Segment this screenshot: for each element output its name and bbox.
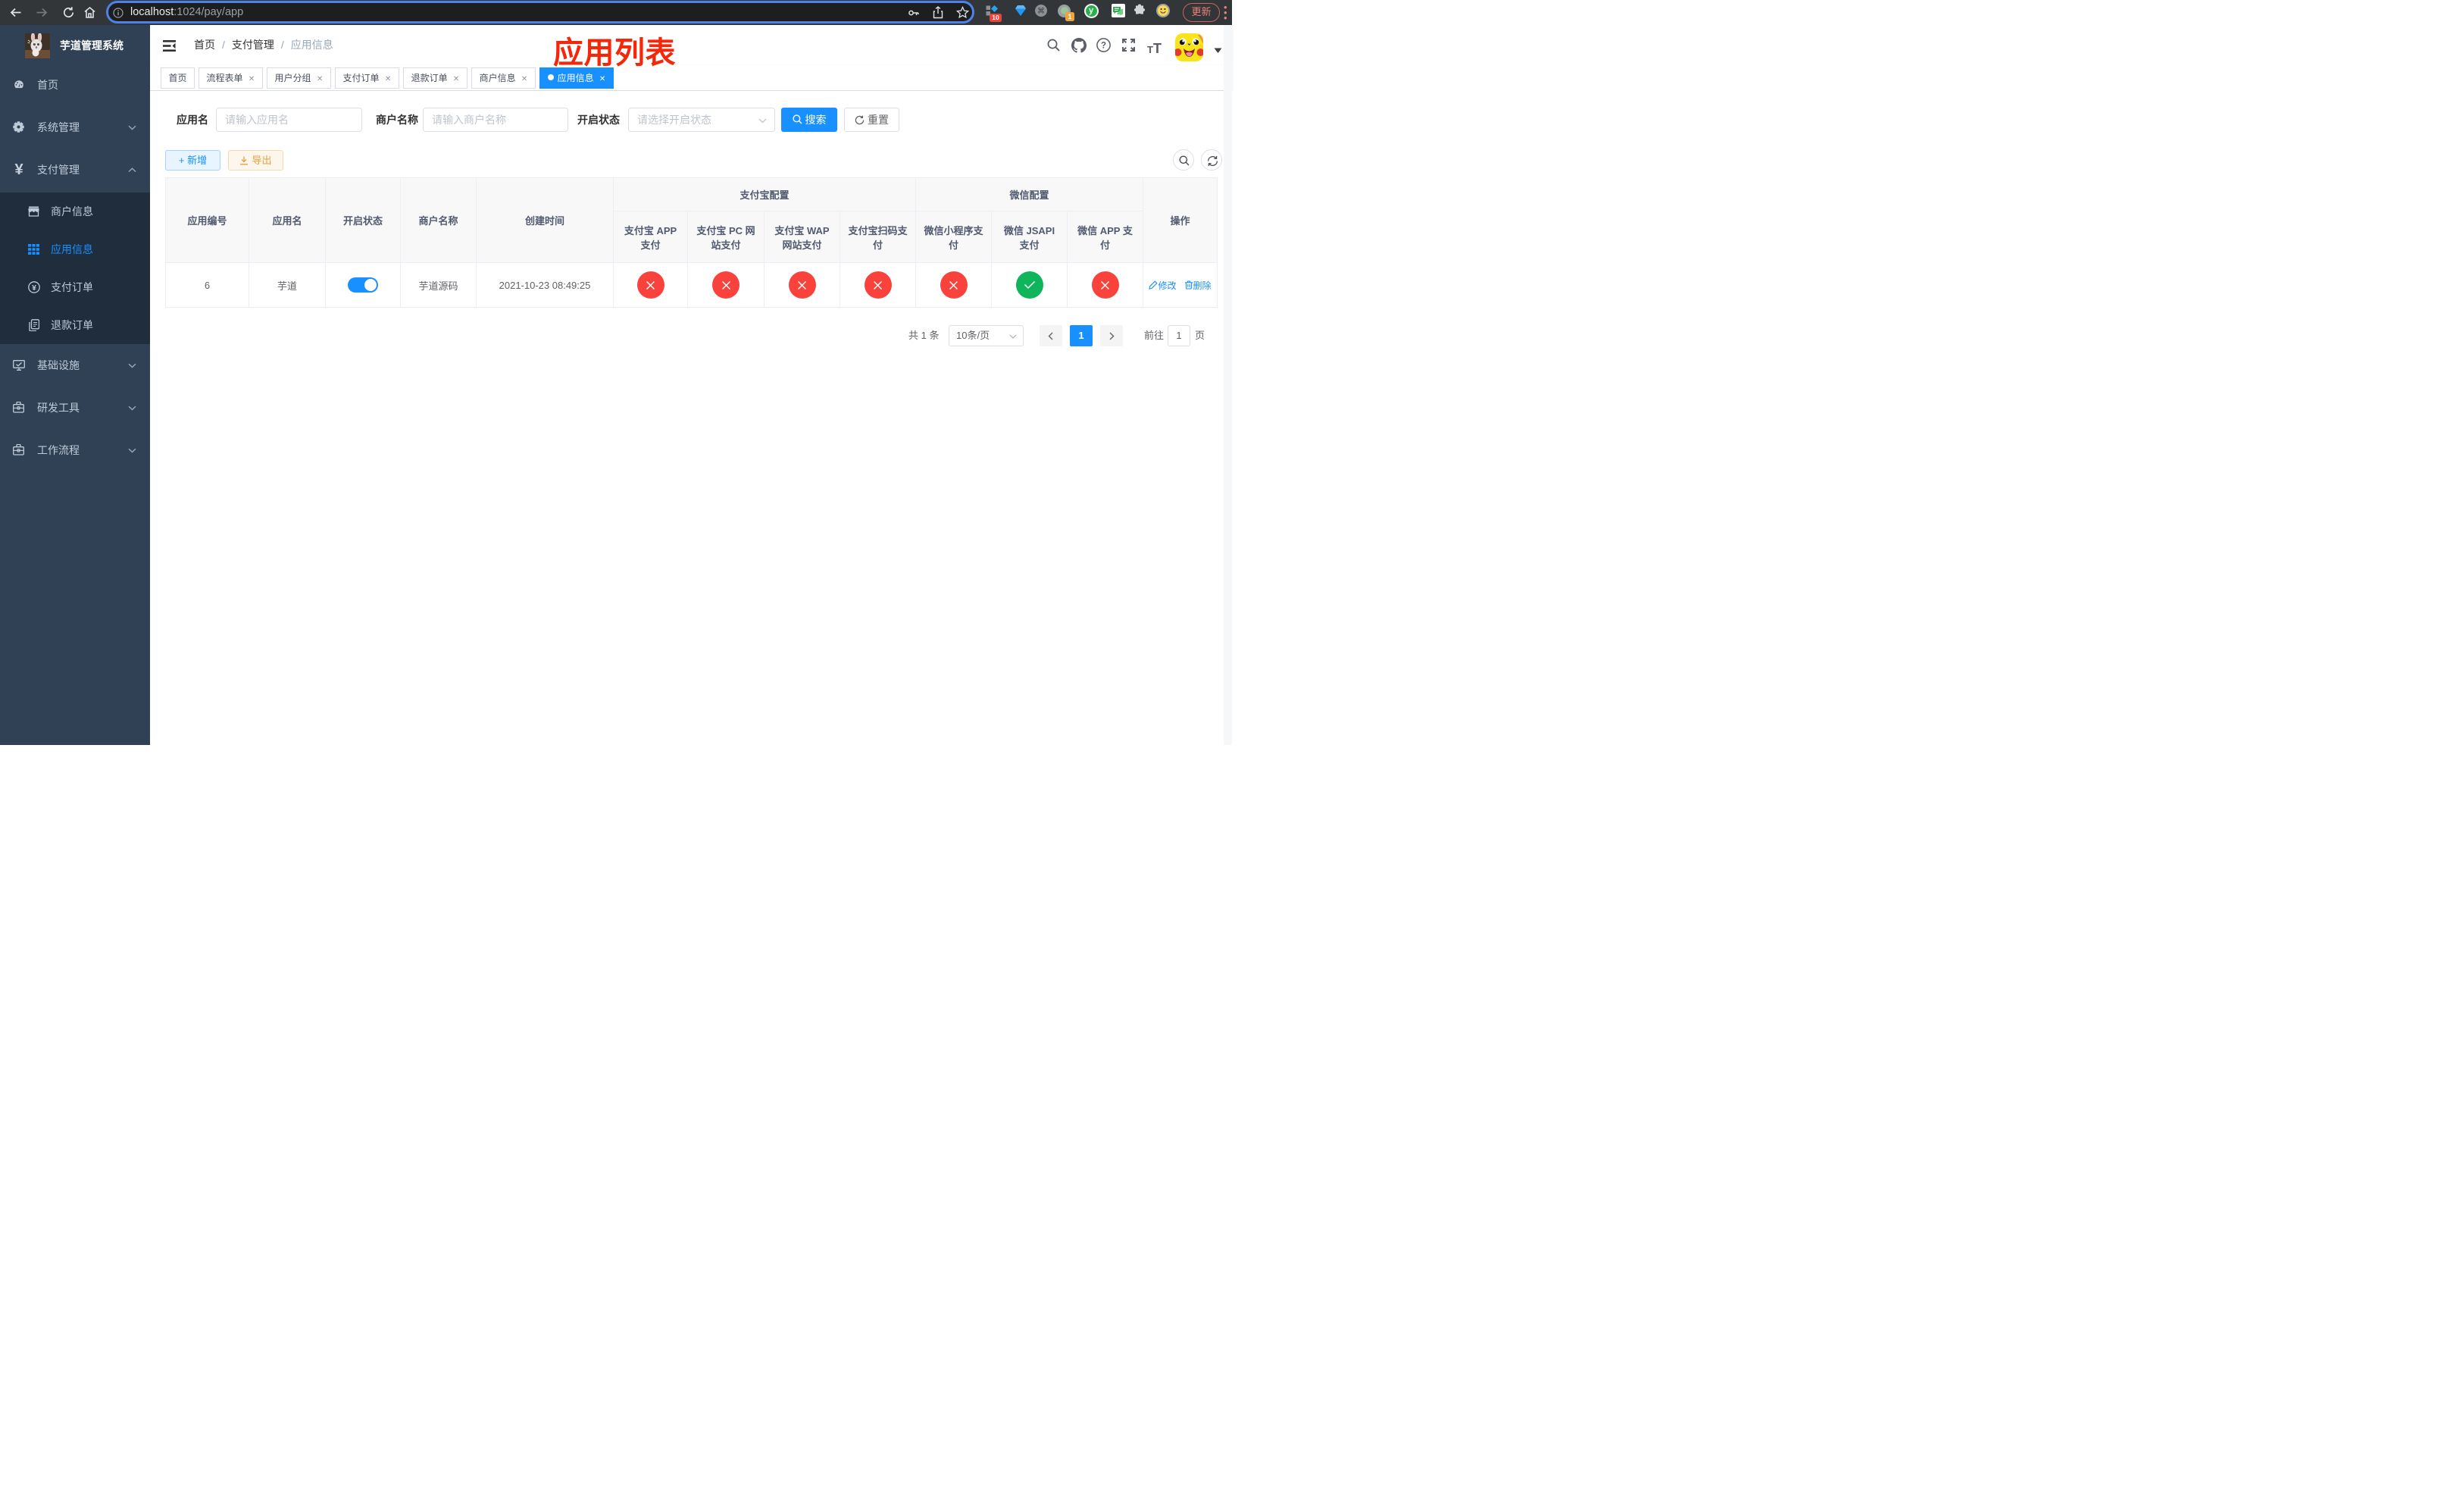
svg-text:?: ? [1101,42,1106,51]
svg-text:¥: ¥ [32,283,36,293]
svg-text:⌘: ⌘ [1037,8,1045,16]
